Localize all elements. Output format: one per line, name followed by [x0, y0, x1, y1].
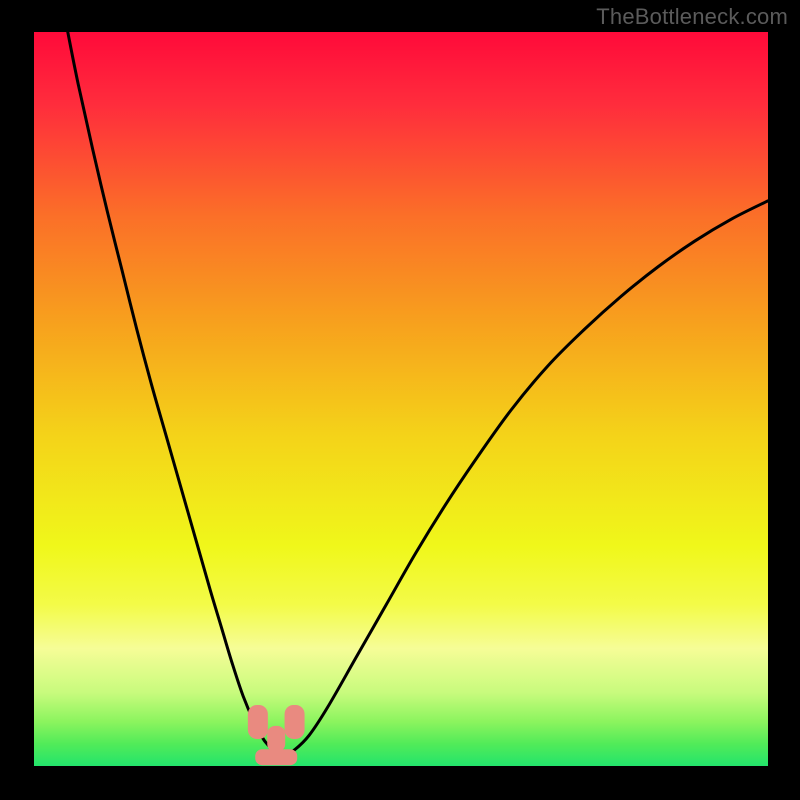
valley-marker [267, 726, 285, 752]
watermark-text: TheBottleneck.com [596, 4, 788, 30]
chart-frame: TheBottleneck.com [0, 0, 800, 800]
bottleneck-chart [0, 0, 800, 800]
valley-marker [248, 705, 268, 739]
valley-marker [285, 705, 305, 739]
